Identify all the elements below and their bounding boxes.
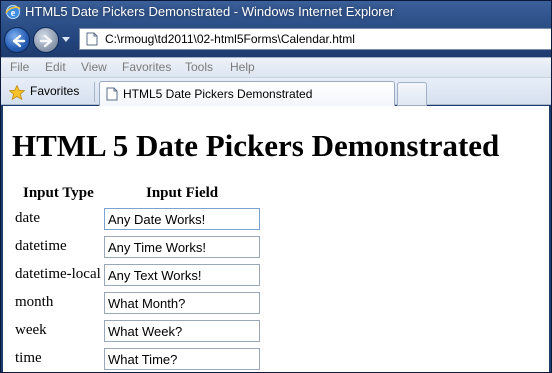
address-url: C:\rmoug\td2011\02-html5Forms\Calendar.h… xyxy=(105,32,355,46)
divider xyxy=(94,82,95,102)
title-bar: e HTML5 Date Pickers Demonstrated - Wind… xyxy=(1,1,551,23)
tab-label: HTML5 Date Pickers Demonstrated xyxy=(123,87,313,101)
new-tab-button[interactable] xyxy=(397,82,427,106)
row-label-date: date xyxy=(15,210,40,226)
ie-icon: e xyxy=(5,5,21,19)
menu-bar: File Edit View Favorites Tools Help xyxy=(1,57,551,77)
time-input[interactable]: What Time? xyxy=(104,348,260,370)
address-bar[interactable]: C:\rmoug\td2011\02-html5Forms\Calendar.h… xyxy=(79,28,551,50)
forward-button[interactable] xyxy=(33,27,59,53)
menu-edit[interactable]: Edit xyxy=(45,60,66,74)
page-content: HTML 5 Date Pickers Demonstrated Input T… xyxy=(3,106,549,372)
menu-file[interactable]: File xyxy=(10,60,29,74)
menu-view[interactable]: View xyxy=(81,60,107,74)
svg-text:e: e xyxy=(11,8,16,19)
row-label-datetime-local: datetime-local xyxy=(15,266,101,282)
tab-active[interactable]: HTML5 Date Pickers Demonstrated xyxy=(99,81,395,107)
datetime-local-input[interactable]: Any Text Works! xyxy=(104,264,260,286)
column-header-input-type: Input Type xyxy=(23,185,94,201)
menu-tools[interactable]: Tools xyxy=(185,60,213,74)
row-label-datetime: datetime xyxy=(15,238,67,254)
favorites-bar: Favorites HTML5 Date Pickers Demonstrate… xyxy=(1,77,551,107)
page-heading: HTML 5 Date Pickers Demonstrated xyxy=(12,128,500,163)
star-icon xyxy=(9,85,25,100)
date-input[interactable]: Any Date Works! xyxy=(104,208,260,230)
menu-favorites[interactable]: Favorites xyxy=(122,60,171,74)
column-header-input-field: Input Field xyxy=(146,185,219,201)
browser-window: e HTML5 Date Pickers Demonstrated - Wind… xyxy=(0,0,552,373)
row-label-week: week xyxy=(15,322,47,338)
week-input[interactable]: What Week? xyxy=(104,320,260,342)
back-arrow-icon xyxy=(12,34,26,48)
favorites-button[interactable]: Favorites xyxy=(30,84,79,98)
datetime-input[interactable]: Any Time Works! xyxy=(104,236,260,258)
page-icon xyxy=(86,32,98,46)
back-button[interactable] xyxy=(4,27,30,53)
month-input[interactable]: What Month? xyxy=(104,292,260,314)
window-title: HTML5 Date Pickers Demonstrated - Window… xyxy=(25,4,395,19)
recent-pages-dropdown[interactable] xyxy=(62,37,70,42)
forward-arrow-icon xyxy=(39,34,53,48)
menu-help[interactable]: Help xyxy=(230,60,255,74)
navigation-row: C:\rmoug\td2011\02-html5Forms\Calendar.h… xyxy=(1,23,551,57)
tab-page-icon xyxy=(106,87,118,101)
row-label-time: time xyxy=(15,350,42,366)
row-label-month: month xyxy=(15,294,54,310)
